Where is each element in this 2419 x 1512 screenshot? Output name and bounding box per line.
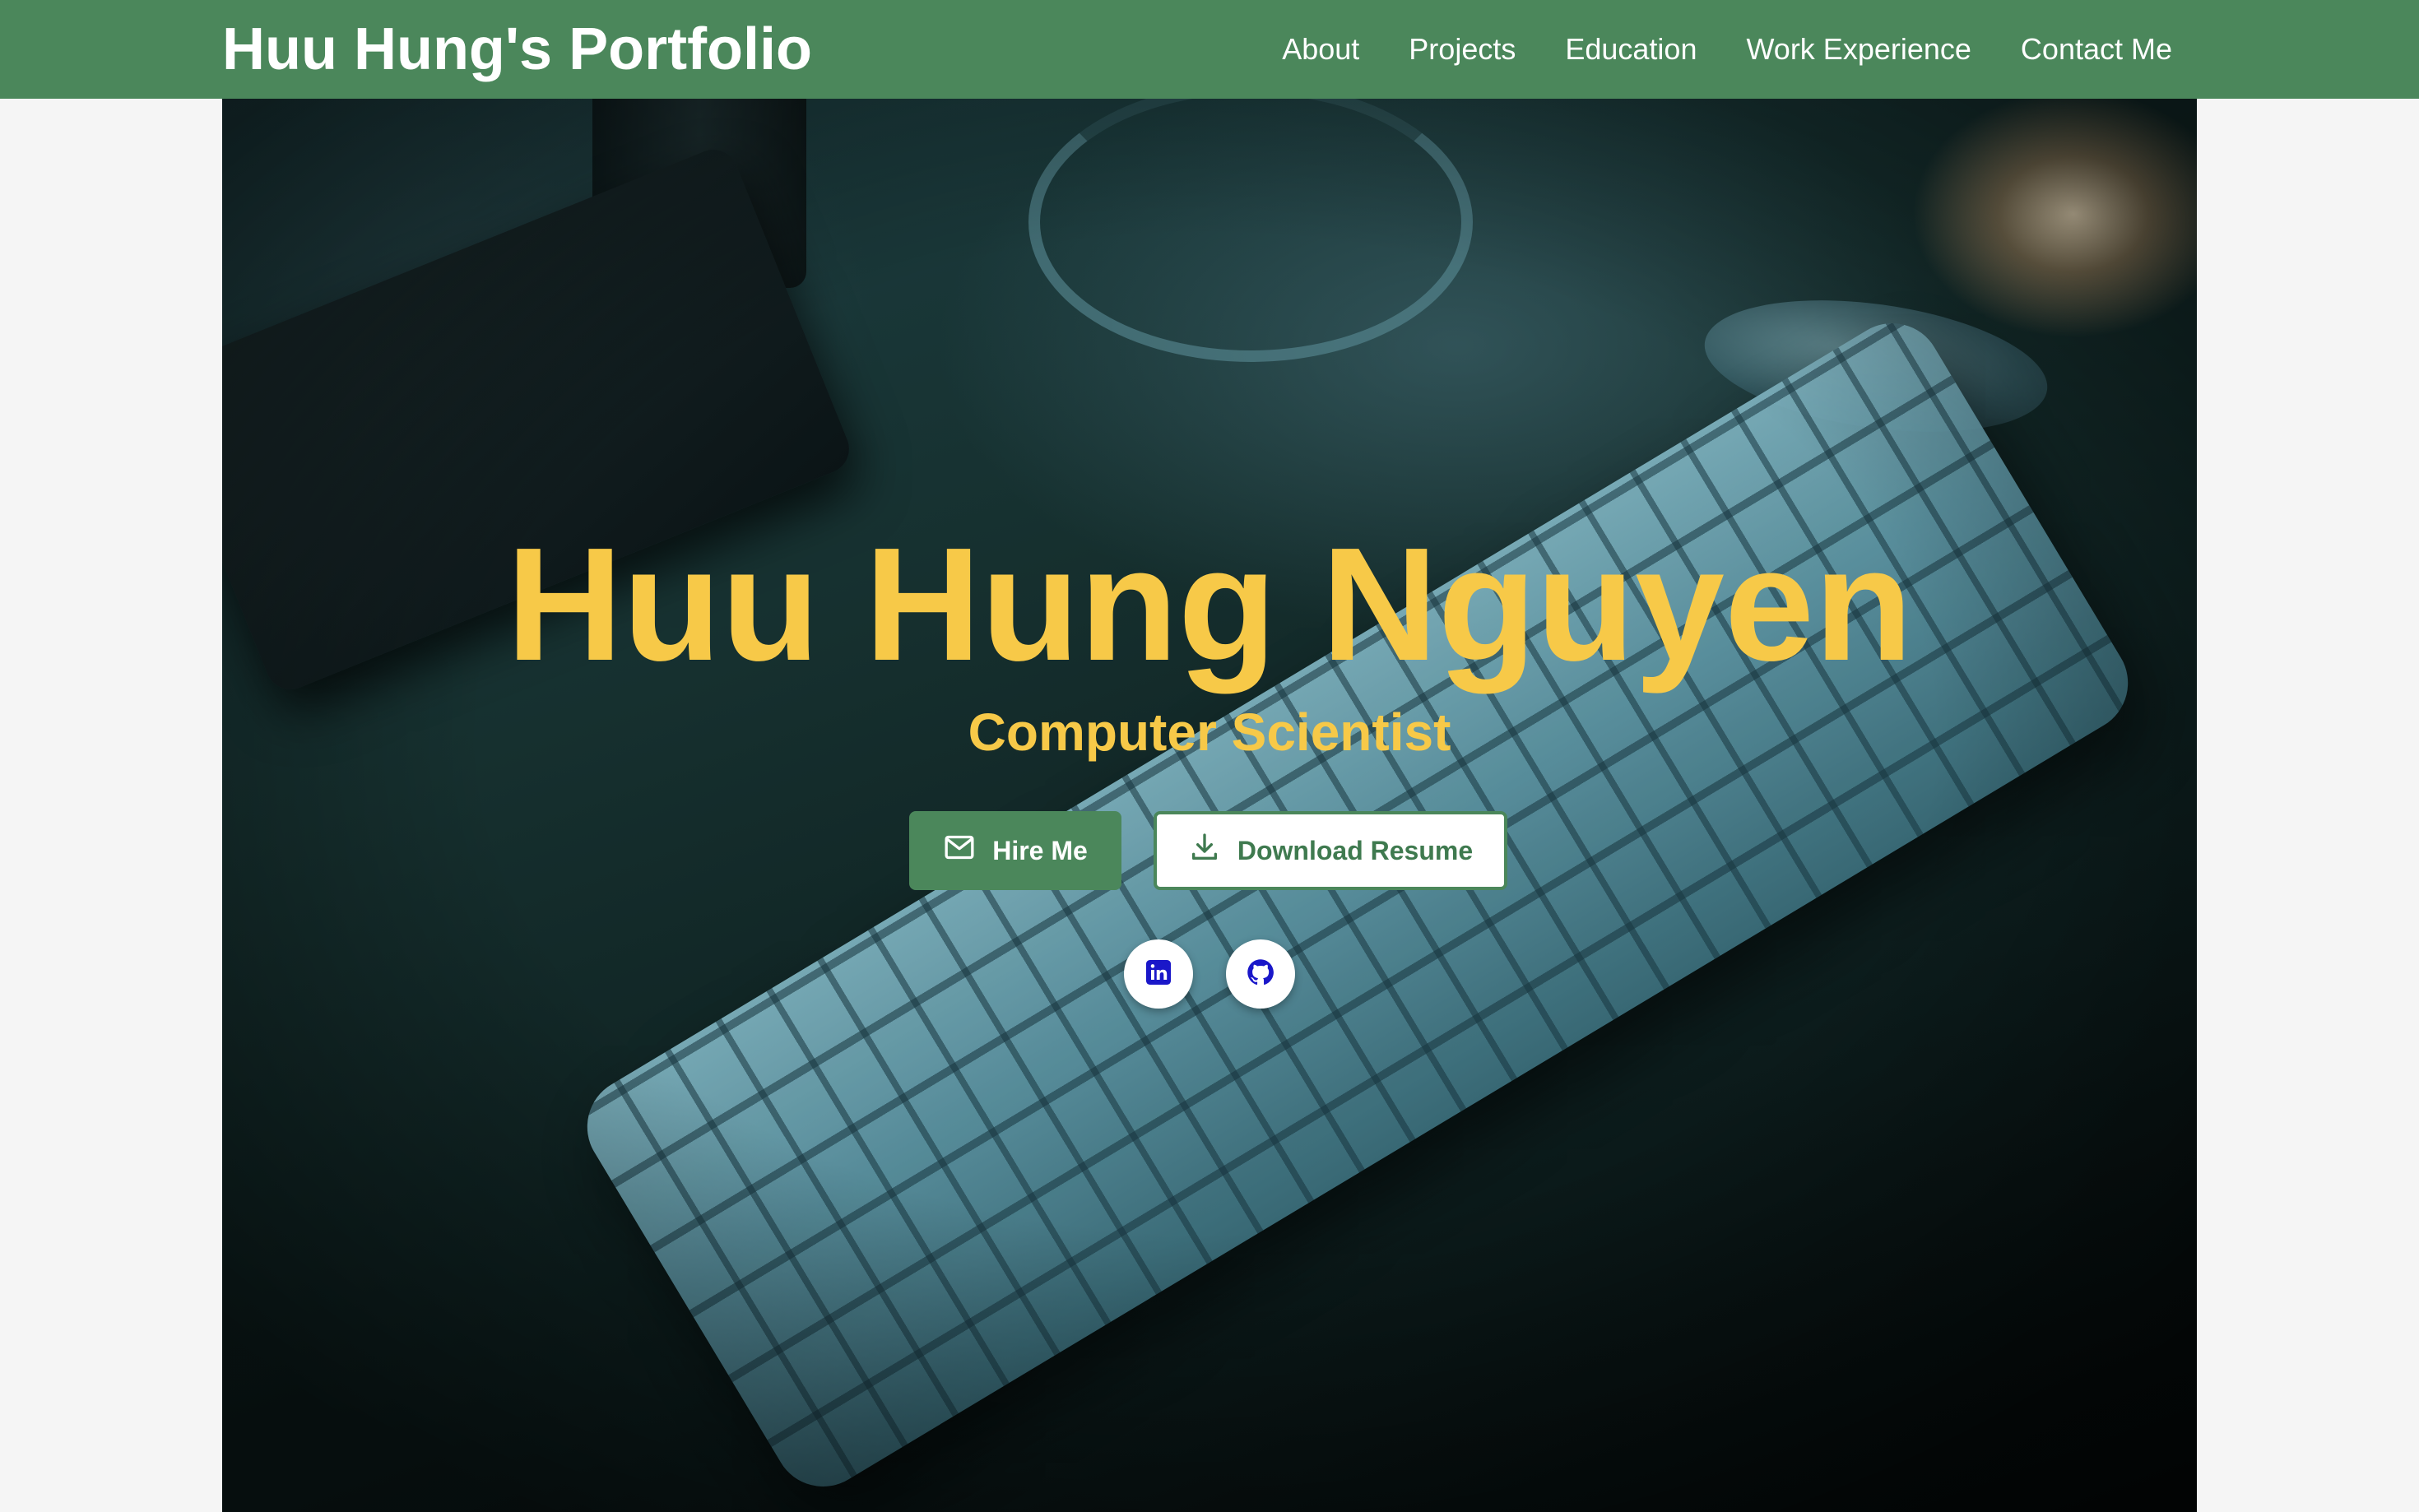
download-resume-button[interactable]: Download Resume: [1154, 811, 1507, 890]
download-icon: [1188, 831, 1221, 870]
nav-link-contact-me[interactable]: Contact Me: [2021, 32, 2172, 67]
github-link[interactable]: [1226, 939, 1295, 1009]
nav-link-work-experience[interactable]: Work Experience: [1746, 32, 1971, 67]
hero-title: Computer Scientist: [968, 703, 1451, 762]
hero-section: Huu Hung Nguyen Computer Scientist Hire …: [222, 99, 2197, 1512]
nav-links: About Projects Education Work Experience…: [1282, 0, 2172, 99]
mail-icon: [943, 831, 976, 870]
navbar: Huu Hung's Portfolio About Projects Educ…: [0, 0, 2419, 99]
hero-name: Huu Hung Nguyen: [506, 514, 1913, 694]
nav-link-about[interactable]: About: [1282, 32, 1359, 67]
linkedin-link[interactable]: [1124, 939, 1193, 1009]
hire-me-button[interactable]: Hire Me: [909, 811, 1121, 890]
hero-content: Huu Hung Nguyen Computer Scientist Hire …: [222, 99, 2197, 1512]
nav-link-education[interactable]: Education: [1565, 32, 1697, 67]
github-icon: [1246, 958, 1275, 991]
linkedin-icon: [1144, 958, 1173, 991]
download-resume-label: Download Resume: [1237, 835, 1474, 865]
hire-me-label: Hire Me: [992, 835, 1088, 865]
nav-link-projects[interactable]: Projects: [1409, 32, 1516, 67]
brand-title[interactable]: Huu Hung's Portfolio: [222, 15, 812, 84]
